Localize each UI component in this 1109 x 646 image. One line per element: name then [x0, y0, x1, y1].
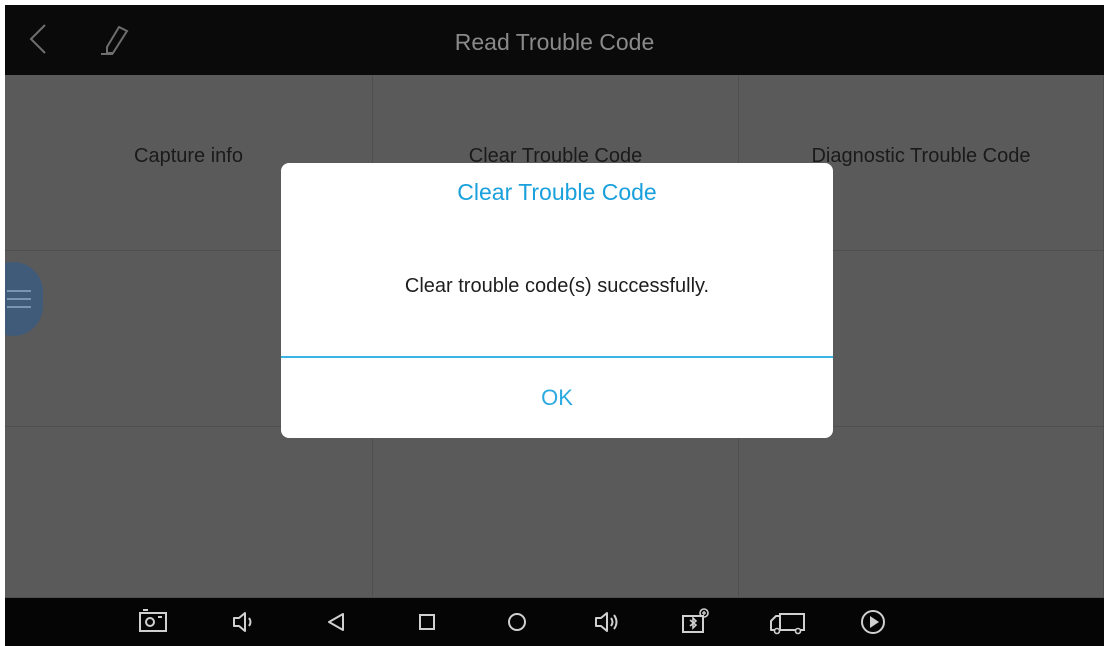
tile-label: Capture info [134, 145, 243, 167]
bluetooth-vci-icon[interactable] [681, 608, 709, 636]
system-nav-bar [5, 598, 1104, 646]
clear-trouble-code-dialog: Clear Trouble Code Clear trouble code(s)… [281, 163, 833, 438]
hamburger-icon [7, 298, 31, 300]
page-title: Read Trouble Code [454, 29, 655, 55]
home-circle-icon[interactable] [503, 608, 531, 636]
app-screen: Read Trouble Code Capture info Clear Tro… [5, 5, 1104, 646]
tile-label: Diagnostic Trouble Code [811, 145, 1031, 167]
back-triangle-icon[interactable] [323, 608, 351, 636]
tile-empty [5, 427, 373, 598]
top-bar: Read Trouble Code [5, 5, 1104, 75]
recent-apps-square-icon[interactable] [413, 608, 441, 636]
tile-empty [739, 427, 1104, 598]
truck-icon[interactable] [769, 608, 809, 636]
dialog-title: Clear Trouble Code [457, 179, 657, 205]
tile-empty [373, 427, 739, 598]
play-circle-icon[interactable] [859, 608, 887, 636]
ok-button[interactable]: OK [281, 358, 833, 438]
hamburger-icon [7, 306, 31, 308]
volume-up-icon[interactable] [593, 608, 621, 636]
volume-down-icon[interactable] [229, 608, 257, 636]
dialog-message: Clear trouble code(s) successfully. [404, 275, 710, 297]
screenshot-icon[interactable] [139, 608, 167, 636]
hamburger-icon [7, 290, 31, 292]
